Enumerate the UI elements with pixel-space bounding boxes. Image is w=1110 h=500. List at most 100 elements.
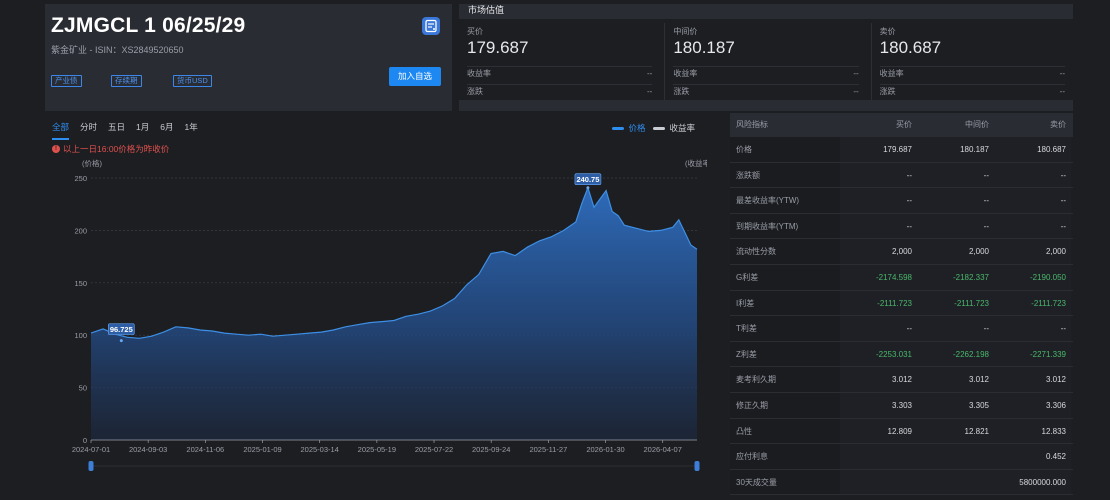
risk-metric-name: 凸性 — [730, 418, 840, 444]
price-area-chart: (价格) (收益率) 0 50 100 150 200 250 2024-07-01 2024-0… — [72, 158, 707, 471]
tag-duration[interactable]: 存续期 — [111, 75, 142, 87]
risk-value-ask: -2190.050 — [994, 264, 1071, 290]
table-row: 流动性分数 2,000 2,000 2,000 — [730, 239, 1073, 265]
y-tick-label: 0 — [83, 436, 87, 445]
table-row: I利差 -2111.723 -2111.723 -2111.723 — [730, 290, 1073, 317]
data-point-marker — [119, 339, 123, 343]
legend-yield[interactable]: 收益率 — [653, 122, 695, 134]
tab-5day[interactable]: 五日 — [108, 121, 125, 140]
data-label: 96.725 — [110, 325, 133, 334]
risk-value-mid: -- — [917, 316, 994, 341]
market-estimate-panel: 市场估值 买价 179.687 收益率 -- 涨跌 -- 中间价 180.187 收… — [459, 4, 1073, 100]
risk-value-bid: -- — [840, 316, 917, 341]
y-tick-label: 200 — [74, 226, 87, 235]
tag-currency[interactable]: 货币USD — [173, 75, 212, 87]
risk-metric-name: 流动性分数 — [730, 239, 840, 264]
x-tick-label: 2025-01-09 — [243, 445, 281, 454]
y-axis-label: (价格) — [82, 158, 102, 168]
x-tick-label: 2024-11-06 — [186, 445, 224, 454]
risk-value-ask: 3.012 — [994, 367, 1071, 392]
ask-change-row: 涨跌 -- — [879, 84, 1065, 98]
mid-yield-row: 收益率 -- — [673, 66, 859, 80]
tab-1month[interactable]: 1月 — [136, 121, 149, 140]
bid-change-row: 涨跌 -- — [467, 84, 653, 98]
risk-value-ask: 3.306 — [994, 392, 1071, 418]
x-tick-label: 2024-07-01 — [72, 445, 110, 454]
table-row: Z利差 -2253.031 -2262.198 -2271.339 — [730, 341, 1073, 368]
table-row: 凸性 12.809 12.821 12.833 — [730, 418, 1073, 445]
range-handle-end[interactable] — [694, 461, 700, 471]
price-chart-panel: 全部 分时 五日 1月 6月 1年 价格 收益率 ! 以上一日16:00价格为昨… — [45, 112, 707, 500]
market-divider — [459, 100, 1073, 111]
risk-value-ask: -2111.723 — [994, 290, 1071, 316]
risk-value-ask: -- — [994, 213, 1071, 239]
risk-value-bid — [840, 469, 917, 495]
risk-value-bid: 12.809 — [840, 418, 917, 444]
bid-yield-row: 收益率 -- — [467, 66, 653, 80]
risk-value-bid: 3.303 — [840, 392, 917, 418]
tag-industry-bond[interactable]: 产业债 — [51, 75, 82, 87]
risk-value-mid: -- — [917, 213, 994, 239]
risk-header-mid: 中间价 — [965, 120, 989, 129]
header-divider — [45, 100, 452, 111]
risk-value-mid: -- — [917, 188, 994, 213]
range-handle-start[interactable] — [88, 461, 94, 471]
risk-metric-name: 应付利息 — [730, 444, 840, 469]
calculator-icon[interactable] — [422, 17, 440, 35]
data-label: 240.75 — [576, 175, 599, 184]
risk-metric-name: 最差收益率(YTW) — [730, 188, 840, 213]
tab-1year[interactable]: 1年 — [185, 121, 198, 140]
table-row: T利差 -- -- -- — [730, 316, 1073, 342]
chart-legend: 价格 收益率 — [612, 122, 695, 134]
x-tick-label: 2026-04-07 — [644, 445, 682, 454]
table-row: G利差 -2174.598 -2182.337 -2190.050 — [730, 264, 1073, 291]
x-tick-label: 2024-09-03 — [129, 445, 167, 454]
add-watchlist-button[interactable]: 加入自选 — [389, 67, 441, 86]
table-row: 应付利息 0.452 — [730, 444, 1073, 470]
mid-label: 中间价 — [673, 27, 698, 36]
risk-metric-name: 价格 — [730, 137, 840, 162]
table-row: 30天成交量 5800000.000 — [730, 469, 1073, 496]
risk-value-ask: -- — [994, 316, 1071, 341]
table-row: 涨跌额 -- -- -- — [730, 162, 1073, 189]
risk-value-bid: -2174.598 — [840, 264, 917, 290]
period-tabs: 全部 分时 五日 1月 6月 1年 — [52, 121, 209, 140]
x-tick-label: 2025-07-22 — [415, 445, 453, 454]
tab-all[interactable]: 全部 — [52, 121, 70, 140]
table-row: 最差收益率(YTW) -- -- -- — [730, 188, 1073, 214]
market-ask-column: 卖价 180.687 收益率 -- 涨跌 -- — [870, 23, 1073, 100]
x-tick-label: 2025-05-19 — [358, 445, 396, 454]
ask-label: 卖价 — [879, 27, 896, 36]
tab-intraday[interactable]: 分时 — [80, 121, 97, 140]
risk-value-bid: 179.687 — [840, 137, 917, 162]
bid-value: 179.687 — [467, 38, 529, 57]
risk-header-ask: 卖价 — [1050, 120, 1066, 129]
risk-value-mid — [917, 469, 994, 495]
risk-value-mid: -2182.337 — [917, 264, 994, 290]
risk-header-metric: 风险指标 — [736, 120, 768, 129]
bond-title: ZJMGCL 1 06/25/29 — [51, 14, 246, 37]
bond-header-card: ZJMGCL 1 06/25/29 紫金矿业 - ISIN：XS28495206… — [45, 4, 452, 100]
risk-value-ask: 180.687 — [994, 137, 1071, 162]
risk-value-mid: -2262.198 — [917, 341, 994, 367]
risk-value-bid: -2253.031 — [840, 341, 917, 367]
tab-6month[interactable]: 6月 — [160, 121, 173, 140]
risk-metric-name: 修正久期 — [730, 392, 840, 418]
ask-value: 180.687 — [879, 38, 942, 57]
y-tick-label: 250 — [74, 174, 87, 183]
risk-metric-name: T利差 — [730, 316, 840, 341]
risk-value-bid: -- — [840, 162, 917, 188]
risk-value-mid: 3.305 — [917, 392, 994, 418]
risk-value-mid: 180.187 — [917, 137, 994, 162]
y-tick-label: 150 — [74, 279, 87, 288]
legend-price[interactable]: 价格 — [612, 122, 645, 134]
risk-header-bid: 买价 — [896, 120, 912, 129]
risk-value-ask: 5800000.000 — [994, 469, 1071, 495]
risk-value-mid — [917, 444, 994, 469]
table-row: 麦考利久期 3.012 3.012 3.012 — [730, 367, 1073, 393]
mid-value: 180.187 — [673, 38, 735, 57]
data-point-marker — [586, 186, 590, 190]
risk-metric-name: 30天成交量 — [730, 469, 840, 495]
risk-metric-name: 麦考利久期 — [730, 367, 840, 392]
y-tick-label: 100 — [74, 331, 87, 340]
